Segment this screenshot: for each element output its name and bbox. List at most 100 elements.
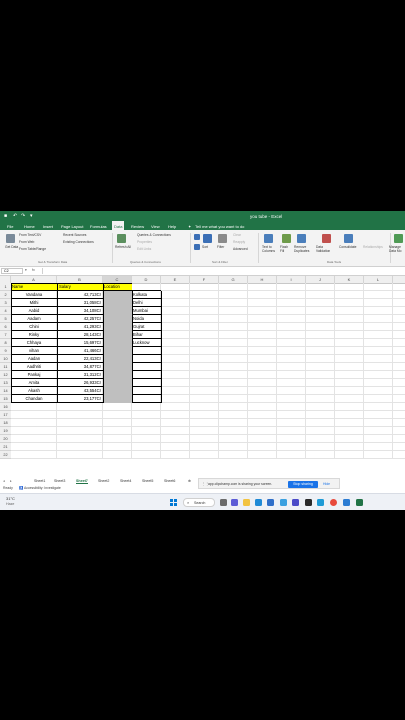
fx-icon[interactable]: fx (32, 268, 35, 272)
select-all-corner[interactable] (0, 276, 11, 283)
row-header[interactable]: 17 (0, 411, 11, 419)
file-explorer-icon[interactable] (243, 499, 250, 506)
hide-button[interactable]: Hide (323, 482, 330, 486)
relationships-button[interactable]: Relationships (363, 245, 383, 249)
sheet-tab[interactable]: Sheet4 (120, 479, 131, 483)
tab-file[interactable]: File (7, 224, 13, 229)
selected-range[interactable] (103, 291, 132, 403)
column-header[interactable]: C (103, 276, 132, 283)
flash-fill-button[interactable]: Flash Fill (280, 245, 290, 253)
row-header[interactable]: 13 (0, 379, 11, 387)
word-icon[interactable] (343, 499, 350, 506)
sheet-tab-active[interactable]: Sheet7 (76, 479, 88, 484)
row-header[interactable]: 12 (0, 371, 11, 379)
app-icon[interactable] (280, 499, 287, 506)
name-box[interactable]: C2 (1, 268, 23, 274)
get-data-button[interactable]: Get Data (5, 245, 18, 249)
taskbar-search[interactable]: ⌕ Search (183, 498, 215, 507)
row-header[interactable]: 2 (0, 291, 11, 299)
row-header[interactable]: 19 (0, 427, 11, 435)
tab-data[interactable]: Data (112, 221, 125, 230)
column-header[interactable]: I (277, 276, 306, 283)
sheet-tab[interactable]: Sheet1 (34, 479, 45, 483)
column-header[interactable]: D (132, 276, 161, 283)
tab-formulas[interactable]: Formulas (90, 224, 107, 229)
recent-sources-button[interactable]: Recent Sources (63, 233, 86, 237)
teams-icon[interactable] (231, 499, 238, 506)
stop-sharing-button[interactable]: Stop sharing (288, 480, 318, 488)
task-view-icon[interactable] (220, 499, 227, 506)
from-web-button[interactable]: From Web (19, 240, 34, 244)
column-header[interactable]: G (219, 276, 248, 283)
store-icon[interactable] (267, 499, 274, 506)
row-header[interactable]: 16 (0, 403, 11, 411)
app-icon[interactable] (317, 499, 324, 506)
row-header[interactable]: 5 (0, 315, 11, 323)
tab-review[interactable]: Review (131, 224, 144, 229)
column-header[interactable]: E (161, 276, 190, 283)
properties-button[interactable]: Properties (137, 240, 152, 244)
column-header[interactable]: B (57, 276, 103, 283)
app-icon[interactable] (292, 499, 299, 506)
data-validation-button[interactable]: Data Validation (316, 245, 336, 253)
formula-input[interactable] (42, 268, 403, 274)
clear-button[interactable]: Clear (233, 233, 241, 237)
row-header[interactable]: 8 (0, 339, 11, 347)
column-header[interactable]: A (11, 276, 57, 283)
refresh-all-button[interactable]: Refresh All (115, 245, 131, 249)
windows-start-icon[interactable] (170, 499, 177, 506)
row-header[interactable]: 10 (0, 355, 11, 363)
sheet-tab[interactable]: Sheet2 (98, 479, 109, 483)
row-header[interactable]: 11 (0, 363, 11, 371)
spreadsheet-grid[interactable]: A B C D E F G H I J K L 1 2 3 4 5 6 7 8 9 10 11 12 1… (0, 276, 405, 477)
chrome-icon[interactable] (330, 499, 337, 506)
sheet-nav-next-icon[interactable]: ▸ (10, 479, 12, 483)
tell-me-search[interactable]: Tell me what you want to do (195, 224, 244, 229)
remove-duplicates-button[interactable]: Remove Duplicates (294, 245, 312, 253)
column-header[interactable]: H (248, 276, 277, 283)
row-header[interactable]: 22 (0, 451, 11, 459)
row-header[interactable]: 7 (0, 331, 11, 339)
filter-button[interactable]: Filter (217, 245, 224, 249)
accessibility-status[interactable]: Accessibility: Investigate (24, 486, 61, 490)
sheet-nav-prev-icon[interactable]: ◂ (3, 479, 5, 483)
weather-text[interactable]: Haze (6, 502, 14, 506)
manage-data-model-button[interactable]: Manage Data Mo (389, 245, 405, 253)
customize-icon[interactable]: ▾ (30, 213, 33, 219)
column-header[interactable]: K (335, 276, 364, 283)
row-header[interactable]: 14 (0, 387, 11, 395)
row-header[interactable]: 6 (0, 323, 11, 331)
edge-icon[interactable] (255, 499, 262, 506)
tab-page-layout[interactable]: Page Layout (61, 224, 83, 229)
edit-links-button[interactable]: Edit Links (137, 247, 151, 251)
redo-icon[interactable]: ↷ (21, 213, 25, 219)
undo-icon[interactable]: ↶ (13, 213, 17, 219)
from-text-csv-button[interactable]: From Text/CSV (19, 233, 41, 237)
tab-view[interactable]: View (151, 224, 160, 229)
column-header[interactable]: L (364, 276, 393, 283)
tab-insert[interactable]: Insert (43, 224, 53, 229)
sort-button[interactable]: Sort (202, 245, 208, 249)
save-icon[interactable]: ■ (4, 213, 7, 219)
row-header[interactable]: 15 (0, 395, 11, 403)
row-header[interactable]: 9 (0, 347, 11, 355)
app-icon[interactable] (305, 499, 312, 506)
add-sheet-icon[interactable]: ⊕ (188, 479, 191, 483)
reapply-button[interactable]: Reapply (233, 240, 245, 244)
row-header[interactable]: 20 (0, 435, 11, 443)
sheet-tab[interactable]: Sheet6 (164, 479, 175, 483)
row-header[interactable]: 1 (0, 283, 11, 291)
column-header[interactable]: J (306, 276, 335, 283)
text-to-columns-button[interactable]: Text to Columns (262, 245, 276, 253)
tab-home[interactable]: Home (24, 224, 35, 229)
sheet-tab[interactable]: Sheet3 (54, 479, 65, 483)
row-header[interactable]: 3 (0, 299, 11, 307)
column-header[interactable]: F (190, 276, 219, 283)
row-header[interactable]: 4 (0, 307, 11, 315)
from-table-range-button[interactable]: From Table/Range (19, 247, 46, 251)
sheet-tab[interactable]: Sheet5 (142, 479, 153, 483)
row-header[interactable]: 18 (0, 419, 11, 427)
consolidate-button[interactable]: Consolidate (339, 245, 356, 249)
advanced-button[interactable]: Advanced (233, 247, 248, 251)
namebox-dropdown-icon[interactable]: ▾ (25, 268, 27, 272)
